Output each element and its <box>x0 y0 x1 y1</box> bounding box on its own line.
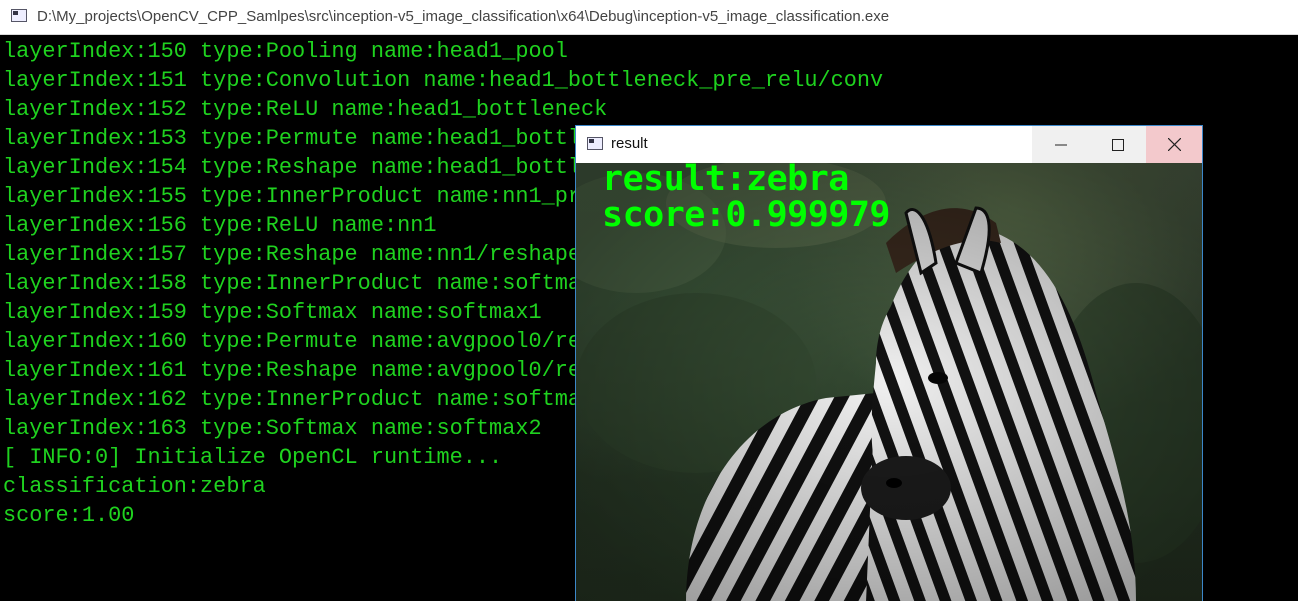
console-line: layerIndex:150 type:Pooling name:head1_p… <box>3 39 568 64</box>
close-button[interactable] <box>1146 126 1202 163</box>
maximize-button[interactable] <box>1089 126 1146 163</box>
opencv-window-icon <box>587 137 603 150</box>
result-window[interactable]: result result:zebra score:0.999979 <box>575 125 1203 601</box>
overlay-result-label: result:zebra <box>602 163 849 199</box>
console-window-title: D:\My_projects\OpenCV_CPP_Samlpes\src\in… <box>37 8 890 25</box>
console-line: layerIndex:152 type:ReLU name:head1_bott… <box>3 97 608 122</box>
console-titlebar[interactable]: D:\My_projects\OpenCV_CPP_Samlpes\src\in… <box>0 0 1298 35</box>
maximize-icon <box>1111 138 1124 151</box>
result-titlebar[interactable]: result <box>576 126 1202 163</box>
minimize-icon <box>1054 144 1067 145</box>
minimize-button[interactable] <box>1032 126 1089 163</box>
console-line: layerIndex:151 type:Convolution name:hea… <box>3 68 884 93</box>
result-window-title: result <box>611 135 648 152</box>
console-app-icon <box>11 9 27 22</box>
close-icon <box>1168 138 1181 151</box>
result-image: result:zebra score:0.999979 <box>576 163 1202 601</box>
overlay-score-label: score:0.999979 <box>602 195 891 235</box>
